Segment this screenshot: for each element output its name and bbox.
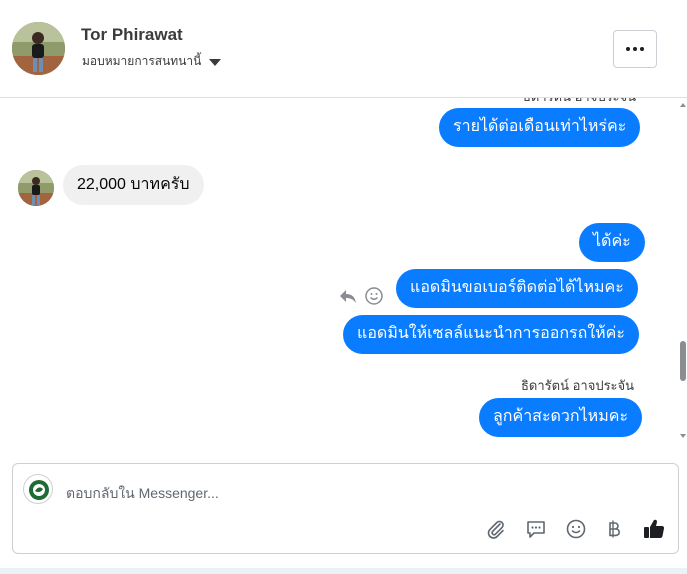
assign-conversation-label: มอบหมายการสนทนานี้ (82, 54, 202, 68)
sender-label-partial: ธิดารัตน์ อาจประจัน (523, 98, 636, 107)
contact-avatar[interactable] (12, 22, 65, 75)
contact-avatar-small[interactable] (18, 170, 54, 206)
reply-input[interactable] (66, 482, 626, 504)
more-dot (633, 47, 637, 51)
message-bubble-outgoing[interactable]: รายได้ต่อเดือนเท่าไหร่คะ (439, 108, 641, 147)
reply-composer (12, 463, 679, 554)
message-bubble-outgoing[interactable]: แอดมินให้เซลล์แนะนำการออกรถให้ค่ะ (343, 315, 639, 354)
conversation-header: Tor Phirawat มอบหมายการสนทนานี้ (0, 0, 687, 98)
bottom-strip (0, 568, 687, 574)
more-dots-icon (626, 47, 630, 51)
caret-down-icon (209, 58, 222, 66)
thread-scrollbar[interactable] (679, 98, 687, 448)
scroll-up-arrow-icon[interactable] (680, 103, 686, 107)
messenger-conversation-panel: Tor Phirawat มอบหมายการสนทนานี้ ธิดารัตน… (0, 0, 687, 574)
attach-icon[interactable] (484, 517, 508, 541)
reply-icon[interactable] (338, 286, 358, 306)
sender-label: ธิดารัตน์ อาจประจัน (521, 378, 635, 393)
message-bubble-outgoing[interactable]: ได้ค่ะ (579, 223, 645, 262)
contact-name[interactable]: Tor Phirawat (81, 25, 183, 45)
page-logo-avatar (23, 474, 53, 504)
message-bubble-outgoing[interactable]: แอดมินขอเบอร์ติดต่อได้ไหมคะ (396, 269, 638, 308)
scroll-thumb[interactable] (680, 341, 686, 381)
emoji-icon[interactable] (564, 517, 588, 541)
message-bubble-outgoing[interactable]: ลูกค้าสะดวกไหมคะ (479, 398, 643, 437)
message-bubble-incoming[interactable]: 22,000 บาทครับ (63, 165, 204, 205)
more-options-button[interactable] (613, 30, 657, 68)
saved-reply-icon[interactable] (524, 517, 548, 541)
thumbs-up-icon[interactable] (642, 517, 666, 541)
more-dot (640, 47, 644, 51)
scroll-down-arrow-icon[interactable] (680, 434, 686, 438)
assign-conversation-dropdown[interactable]: มอบหมายการสนทนานี้ (82, 52, 222, 71)
baht-icon[interactable] (602, 517, 626, 541)
message-thread[interactable]: ธิดารัตน์ อาจประจัน รายได้ต่อเดือนเท่าไห… (0, 98, 687, 448)
react-emoji-icon[interactable] (364, 286, 384, 306)
